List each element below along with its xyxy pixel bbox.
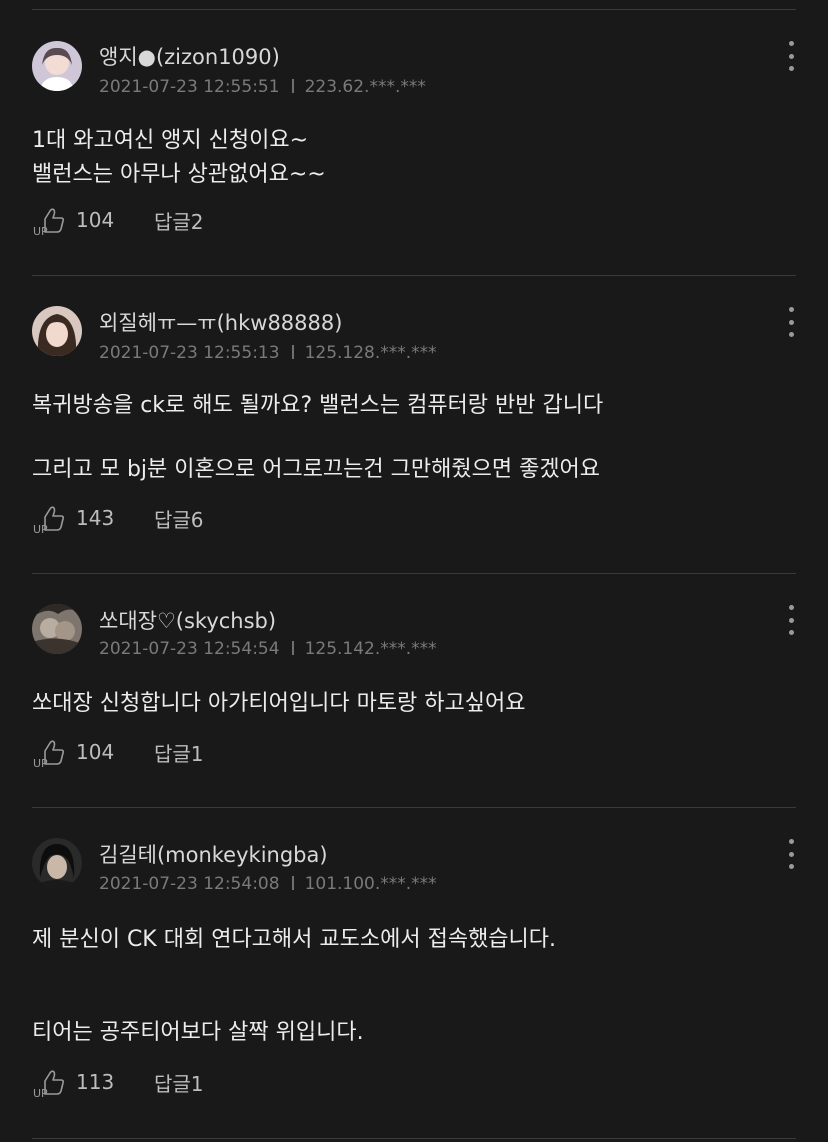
comment-meta: 2021-07-23 12:55:51 223.62.***.*** xyxy=(99,77,426,97)
comment-item: 외질헤ㅠ—ㅠ(hkw88888) 2021-07-23 12:55:13 125.… xyxy=(32,275,796,574)
up-count: 143 xyxy=(76,506,115,530)
reply-button[interactable]: 답글6 xyxy=(154,504,204,533)
up-count: 104 xyxy=(76,208,115,232)
reply-button[interactable]: 답글2 xyxy=(154,206,204,235)
thumbs-up-icon[interactable]: UP xyxy=(32,1064,68,1100)
avatar[interactable] xyxy=(32,604,82,654)
more-vertical-icon[interactable] xyxy=(786,307,796,337)
comment-text-line: 제 분신이 CK 대회 연다고해서 교도소에서 접속했습니다. xyxy=(32,927,557,952)
svg-text:UP: UP xyxy=(33,1087,48,1100)
comment-text-line: 복귀방송을 ck로 해도 될까요? 밸런스는 컴퓨터랑 반반 갑니다 xyxy=(32,393,604,418)
comment-actions: UP 104 답글2 xyxy=(32,202,204,238)
comment-timestamp: 2021-07-23 12:55:51 xyxy=(99,77,280,97)
thumbs-up-icon[interactable]: UP xyxy=(32,500,68,536)
more-vertical-icon[interactable] xyxy=(786,41,796,71)
comment-author[interactable]: 앵지●(zizon1090) xyxy=(99,41,280,71)
thumbs-up-icon[interactable]: UP xyxy=(32,202,68,238)
comment-actions: UP 113 답글1 xyxy=(32,1064,204,1100)
reply-button[interactable]: 답글1 xyxy=(154,738,204,767)
comment-timestamp: 2021-07-23 12:54:54 xyxy=(99,639,280,659)
svg-text:UP: UP xyxy=(33,523,48,536)
comment-ip: 223.62.***.*** xyxy=(304,77,426,97)
divider xyxy=(32,1138,796,1139)
svg-text:UP: UP xyxy=(33,757,48,770)
svg-text:UP: UP xyxy=(33,225,48,238)
comment-actions: UP 143 답글6 xyxy=(32,500,204,536)
meta-separator xyxy=(291,345,294,359)
comment-text-line: 티어는 공주티어보다 살짝 위입니다. xyxy=(32,1020,364,1045)
meta-separator xyxy=(291,641,294,655)
comment-ip: 101.100.***.*** xyxy=(304,874,437,894)
meta-separator xyxy=(291,876,294,890)
more-vertical-icon[interactable] xyxy=(786,605,796,635)
comment-item: 김길테(monkeykingba) 2021-07-23 12:54:08 101… xyxy=(32,807,796,1138)
avatar[interactable] xyxy=(32,306,82,356)
thumbs-up-icon[interactable]: UP xyxy=(32,734,68,770)
up-count: 113 xyxy=(76,1070,115,1094)
comment-timestamp: 2021-07-23 12:54:08 xyxy=(99,874,280,894)
meta-separator xyxy=(291,79,294,93)
comment-item: 쏘대장♡(skychsb) 2021-07-23 12:54:54 125.142… xyxy=(32,573,796,808)
more-vertical-icon[interactable] xyxy=(786,839,796,869)
comment-text-line: 밸런스는 아무나 상관없어요~~ xyxy=(32,162,326,187)
comment-ip: 125.142.***.*** xyxy=(304,639,437,659)
comment-meta: 2021-07-23 12:55:13 125.128.***.*** xyxy=(99,343,437,363)
comment-author[interactable]: 쏘대장♡(skychsb) xyxy=(99,605,276,635)
comment-text-line: 1대 와고여신 앵지 신청이요~ xyxy=(32,128,309,153)
avatar[interactable] xyxy=(32,838,82,888)
avatar[interactable] xyxy=(32,41,82,91)
comment-meta: 2021-07-23 12:54:08 101.100.***.*** xyxy=(99,874,437,894)
comment-meta: 2021-07-23 12:54:54 125.142.***.*** xyxy=(99,639,437,659)
comment-actions: UP 104 답글1 xyxy=(32,734,204,770)
comment-text-line: 그리고 모 bj분 이혼으로 어그로끄는건 그만해줬으면 좋겠어요 xyxy=(32,457,601,482)
comment-timestamp: 2021-07-23 12:55:13 xyxy=(99,343,280,363)
up-count: 104 xyxy=(76,740,115,764)
comment-item: 앵지●(zizon1090) 2021-07-23 12:55:51 223.62… xyxy=(32,9,796,276)
comment-text-line: 쏘대장 신청합니다 아가티어입니다 마토랑 하고싶어요 xyxy=(32,691,526,716)
comment-author[interactable]: 김길테(monkeykingba) xyxy=(99,839,328,869)
comment-ip: 125.128.***.*** xyxy=(304,343,437,363)
comment-author[interactable]: 외질헤ㅠ—ㅠ(hkw88888) xyxy=(99,307,342,337)
reply-button[interactable]: 답글1 xyxy=(154,1068,204,1097)
